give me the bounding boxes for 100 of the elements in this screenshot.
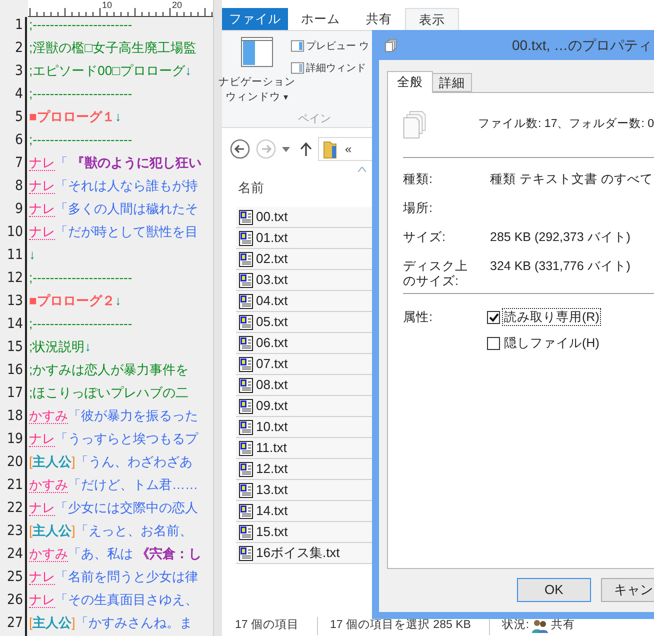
speaker-name: ナレ [29,431,55,447]
line-number: 16 [6,362,23,380]
heading-marker: ■ [29,109,37,126]
dialogue-text: 「うん、わざわざあ [75,454,192,471]
line-number: 13 [6,293,23,311]
dialogue-text: 「だが時として獣性を目 [55,224,198,241]
line-break-mark: ↓ [29,247,36,264]
line-break-mark: ↓ [114,293,122,310]
line-break-mark: ↓ [114,109,122,126]
file-name: 02.txt [256,250,288,268]
comment-text: ;ほこりっぽいプレハブの二 [29,385,189,402]
status-value: 共有 [551,618,576,634]
speaker-name: ナレ [29,592,55,608]
file-name: 13.txt [256,481,288,500]
dialogue-text: 「それは人なら誰もが持 [55,178,198,195]
speaker-name: ナレ [29,500,55,516]
comment-text: ;----------------------- [29,132,132,149]
dialogue-text: 「彼が暴力を振るった [68,408,198,425]
file-name: 05.txt [256,313,288,332]
line-number: 11 [6,247,23,265]
breadcrumb-chevron: « [345,141,352,158]
dialogue-text: 「名前を問うと少女は律 [55,569,198,586]
line-number: 1 [14,17,23,35]
property-value: 285 KB (292,373 バイト) [490,230,630,246]
status-label: 状況: [502,618,530,634]
file-name: 08.txt [256,376,288,394]
comment-text: ;状況説明 [29,339,85,356]
comment-text: ;----------------------- [29,316,132,333]
file-name: 12.txt [256,460,288,478]
line-number: 21 [6,477,23,495]
speaker-name: かすみ [29,546,68,562]
file-name: 01.txt [256,229,288,248]
file-name: 14.txt [256,502,288,520]
line-number: 10 [6,224,23,242]
file-name: 16ボイス集.txt [256,544,340,562]
bracket: ] [72,615,76,632]
heading-text: プロローグ１ [36,109,115,126]
window-title: 00.txt, …のプロパティ [512,36,652,54]
comment-text: ;----------------------- [29,17,132,34]
speaker-name: 主人公 [32,454,72,471]
dialogue-text: 「多くの人間は穢れたそ [55,201,198,218]
file-name: 06.txt [256,334,288,352]
bracket: ] [72,523,76,540]
bracket: [ [29,523,33,540]
line-number: 3 [14,63,23,81]
file-name: 10.txt [256,418,288,436]
ruler-label: 20 [172,1,182,10]
line-number: 6 [14,132,23,150]
comment-text: ;----------------------- [29,86,132,103]
line-number: 17 [6,385,23,403]
speaker-name: 主人公 [32,615,72,632]
group-label: ペイン [298,112,331,127]
speaker-name: かすみ [29,477,68,493]
dialogue-text: 「 『獣のように犯し狂い [55,155,202,172]
line-number: 27 [6,615,23,633]
line-number: 4 [14,86,23,104]
comment-text: ;エピソード00□プロローグ [29,63,185,80]
line-number: 22 [6,500,23,518]
button-label: プレビュー ウ [306,40,369,54]
bracket: [ [29,454,33,471]
speaker-name: ナレ [29,178,55,194]
comment-text: ;淫獣の檻□女子高生廃工場監 [29,40,196,57]
property-value: 種類 テキスト文書 のすべて [490,172,653,188]
bracket: ] [72,454,76,471]
line-number: 5 [14,109,23,127]
heading-marker: ■ [29,293,37,310]
line-number: 26 [6,592,23,610]
button-label: 詳細ウィンド [306,62,366,76]
file-name: 11.txt [256,439,287,458]
heading-text: プロローグ２ [36,293,115,310]
speaker-name: ナレ [29,201,55,217]
property-value: 324 KB (331,776 バイト) [490,259,630,275]
line-number: 8 [14,178,23,196]
dialogue-text: 「その生真面目さゆえ、 [55,592,198,609]
dialogue-text: 「だけど、トム君…… [68,477,198,494]
comment-text: ;----------------------- [29,270,132,287]
caret-icon: ▾ [284,90,288,105]
line-break-mark: ↓ [84,339,92,356]
file-name: 07.txt [256,355,288,374]
bracket: [ [29,615,33,632]
line-number: 18 [6,408,23,426]
speaker-name: ナレ [29,569,55,585]
comment-text: ;かすみは恋人が暴力事件を [29,362,189,379]
speaker-name: 主人公 [32,523,72,540]
property-label: 種類: [403,172,434,187]
file-name: 04.txt [256,292,288,310]
file-name: 00.txt [256,208,288,226]
line-number: 20 [6,454,23,472]
line-number: 24 [6,546,23,564]
file-name: 09.txt [256,397,288,416]
speaker-name: ナレ [29,224,55,240]
line-number: 2 [14,40,23,58]
line-number: 15 [6,339,23,357]
speaker-name: ナレ [29,155,55,171]
dialogue-text: 「あ、私は 《宍倉：し [68,546,202,563]
dialogue-text: 「えっと、お名前、 [75,523,192,540]
button-label: ナビゲーション [218,75,296,90]
dialogue-text: 「少女には交際中の恋人 [55,500,198,517]
line-break-mark: ↓ [184,63,192,80]
line-number: 19 [6,431,23,449]
